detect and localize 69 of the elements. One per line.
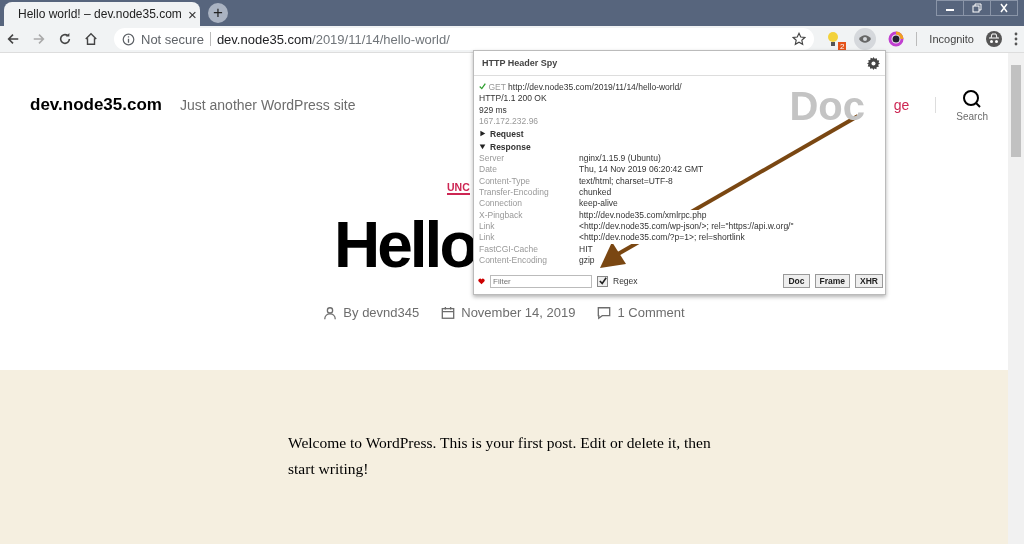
section-toggle[interactable]: Request: [479, 127, 881, 141]
regex-label: Regex: [613, 276, 638, 286]
incognito-icon[interactable]: [986, 31, 1002, 47]
filter-type-button[interactable]: Frame: [814, 274, 851, 288]
filter-type-button[interactable]: Doc: [783, 274, 810, 288]
color-wheel-icon[interactable]: [888, 31, 905, 47]
header-name: Content-Type: [479, 175, 532, 188]
response-time: 929 ms: [479, 104, 507, 115]
post-meta-text[interactable]: November 14, 2019: [461, 305, 576, 320]
header-value: nginx/1.15.9 (Ubuntu): [579, 153, 661, 165]
search-button[interactable]: Search: [956, 88, 988, 122]
header-name: FastCGI-Cache: [479, 243, 540, 255]
close-tab-button[interactable]: ×: [187, 5, 197, 23]
address-bar[interactable]: Not secure dev.node35.com/2019/11/14/hello-world/: [114, 28, 815, 50]
security-label: Not secure: [141, 31, 204, 47]
settings-icon[interactable]: [867, 56, 880, 70]
header-value: <http://dev.node35.com/?p=1>; rel=shortlink: [579, 232, 745, 244]
regex-checkbox[interactable]: [597, 275, 608, 287]
person-icon: [323, 305, 338, 320]
header-name: X-Pingback: [479, 209, 524, 221]
request-method: GET: [488, 82, 506, 92]
post-meta-text[interactable]: 1 Comment: [617, 305, 685, 320]
header-value: Thu, 14 Nov 2019 06:20:42 GMT: [579, 164, 704, 176]
incognito-label: Incognito: [929, 33, 974, 45]
eye-icon: [858, 34, 873, 44]
search-icon: [962, 88, 983, 109]
post-title: Hello: [334, 213, 476, 277]
status-text: HTTP/1.1 200 OK: [479, 93, 547, 104]
header-value: HIT: [579, 243, 593, 255]
speech-bubble-icon: [597, 305, 612, 320]
filter-type-button[interactable]: XHR: [855, 274, 883, 288]
triangle-down-icon: [479, 143, 486, 151]
header-name: Transfer-Encoding: [479, 187, 550, 199]
home-icon[interactable]: [84, 32, 98, 46]
post-meta-text[interactable]: By devnd345: [343, 305, 420, 320]
check-icon: [479, 83, 486, 90]
popup-title: HTTP Header Spy: [482, 58, 558, 68]
scrollbar[interactable]: [1008, 53, 1024, 544]
back-icon[interactable]: [6, 32, 20, 46]
site-tagline: Just another WordPress site: [179, 97, 356, 113]
section-toggle[interactable]: Response: [479, 140, 881, 154]
heart-icon: [478, 277, 485, 285]
triangle-right-icon: [479, 130, 486, 138]
site-title[interactable]: dev.node35.com: [30, 95, 162, 115]
type-watermark: Doc: [789, 84, 865, 129]
header-name: Date: [479, 164, 498, 176]
header-name: Link: [479, 232, 496, 244]
info-icon[interactable]: [122, 32, 135, 46]
ip-address: 167.172.232.96: [479, 115, 539, 126]
calendar-icon: [441, 305, 456, 320]
star-icon[interactable]: [792, 32, 807, 46]
header-value: http://dev.node35.com/xmlrpc.php: [579, 209, 707, 221]
header-value: keep-alive: [579, 198, 618, 210]
menu-icon[interactable]: [1014, 32, 1018, 46]
new-tab-button[interactable]: +: [208, 3, 228, 23]
post-paragraph: Welcome to WordPress. This is your first post. Edit or delete it, then start writing!: [288, 433, 712, 480]
header-name: Link: [479, 220, 496, 233]
header-name: Server: [479, 153, 506, 165]
category-link[interactable]: UNC: [447, 181, 470, 195]
url-text: dev.node35.com/2019/11/14/hello-world/: [216, 31, 450, 47]
scrollbar-thumb[interactable]: [1011, 65, 1021, 157]
request-url: http://dev.node35.com/2019/11/14/hello-world/: [508, 82, 682, 92]
header-name: Content-Encoding: [479, 254, 549, 267]
eye-extension-button[interactable]: [854, 28, 877, 50]
reload-icon[interactable]: [58, 32, 72, 46]
nav-link[interactable]: ge: [893, 97, 937, 113]
browser-tab[interactable]: Hello world! – dev.node35.com ×: [4, 2, 200, 26]
header-name: Connection: [479, 198, 523, 210]
filter-field[interactable]: Filter: [490, 274, 592, 288]
